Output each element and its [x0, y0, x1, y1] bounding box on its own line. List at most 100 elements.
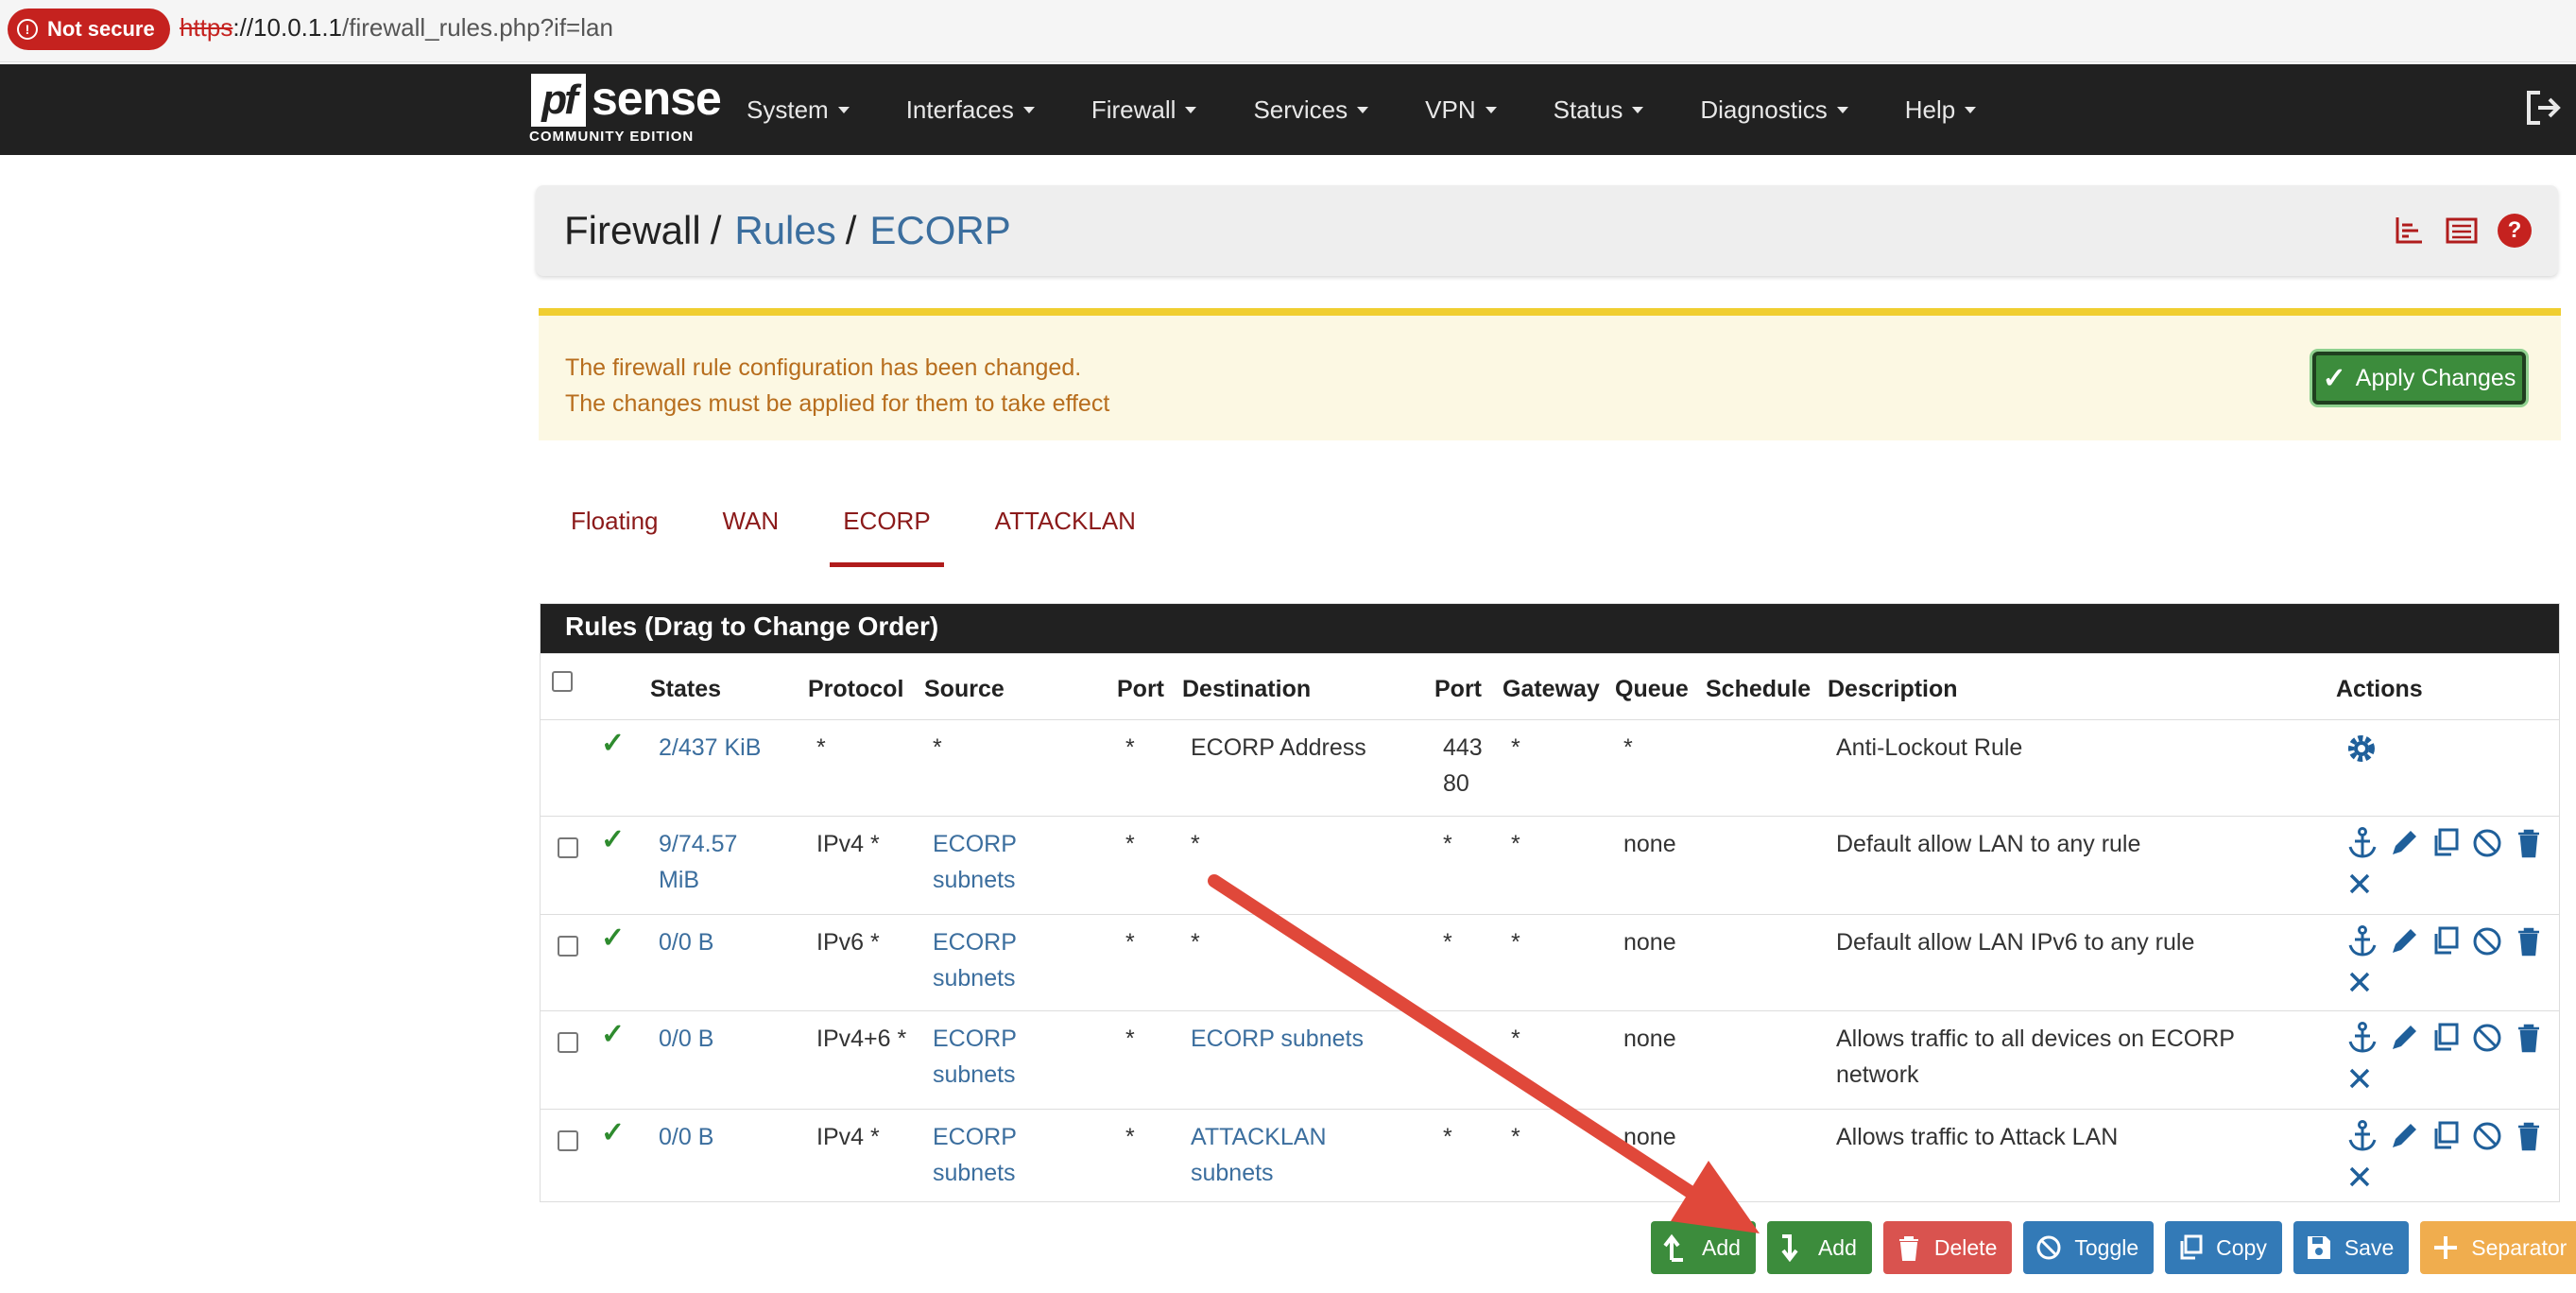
- menu-diagnostics[interactable]: Diagnostics: [1700, 95, 1848, 125]
- add-rule-top-button[interactable]: Add: [1651, 1221, 1756, 1274]
- col-source[interactable]: Source: [924, 671, 1005, 707]
- url-field[interactable]: https://10.0.1.1/firewall_rules.php?if=l…: [180, 13, 613, 43]
- anchor-icon[interactable]: [2345, 826, 2379, 860]
- menu-help[interactable]: Help: [1905, 95, 1977, 125]
- pass-check-icon: ✓: [601, 1019, 626, 1050]
- states-value[interactable]: 0/0 B: [659, 1021, 713, 1057]
- menu-interfaces[interactable]: Interfaces: [906, 95, 1035, 125]
- breadcrumb-panel: Firewall / Rules / ECORP ?: [536, 185, 2558, 276]
- copy-icon[interactable]: [2429, 826, 2463, 860]
- destination-value[interactable]: ATTACKLAN subnets: [1191, 1119, 1361, 1191]
- dest-port-value: *: [1443, 831, 1452, 857]
- states-value[interactable]: 2/437 KiB: [659, 730, 761, 766]
- breadcrumb-rules-link[interactable]: Rules: [734, 208, 835, 253]
- trash-icon[interactable]: [2512, 924, 2546, 958]
- copy-selected-button[interactable]: Copy: [2165, 1221, 2282, 1274]
- port-value: *: [1125, 1026, 1135, 1052]
- alert-line-1: The firewall rule configuration has been…: [565, 354, 1082, 381]
- row-checkbox[interactable]: [558, 837, 578, 858]
- edit-pencil-icon[interactable]: [2387, 826, 2421, 860]
- table-row[interactable]: ✓ 0/0 B IPv6 * ECORP subnets * * * * non…: [541, 914, 2559, 1010]
- row-checkbox[interactable]: [558, 936, 578, 957]
- tab-ecorp[interactable]: ECORP: [811, 491, 962, 567]
- table-row[interactable]: ✓ 9/74.57 MiB IPv4 * ECORP subnets * * *…: [541, 816, 2559, 914]
- copy-icon[interactable]: [2429, 1021, 2463, 1055]
- not-secure-badge[interactable]: ! Not secure: [8, 9, 170, 50]
- delete-x-icon[interactable]: [2345, 1064, 2374, 1093]
- edit-pencil-icon[interactable]: [2387, 1119, 2421, 1153]
- logout-icon[interactable]: [2523, 87, 2565, 129]
- col-dest-port[interactable]: Port: [1434, 671, 1482, 707]
- disable-ban-icon[interactable]: [2470, 924, 2504, 958]
- main-menu: System Interfaces Firewall Services VPN …: [747, 64, 2033, 155]
- table-row[interactable]: ✓ 2/437 KiB * * * ECORP Address 443 80 *…: [541, 719, 2559, 816]
- tab-floating[interactable]: Floating: [539, 491, 691, 567]
- alert-line-2: The changes must be applied for them to …: [565, 390, 1110, 417]
- delete-selected-button[interactable]: Delete: [1882, 1221, 2013, 1274]
- destination-value[interactable]: ECORP subnets: [1191, 1021, 1364, 1057]
- help-icon[interactable]: ?: [2498, 214, 2532, 248]
- tab-attacklan[interactable]: ATTACKLAN: [963, 491, 1168, 567]
- anchor-icon[interactable]: [2345, 924, 2379, 958]
- trash-icon[interactable]: [2512, 1119, 2546, 1153]
- edit-pencil-icon[interactable]: [2387, 924, 2421, 958]
- select-all-checkbox[interactable]: [552, 671, 573, 692]
- col-protocol[interactable]: Protocol: [808, 671, 903, 707]
- anchor-icon[interactable]: [2345, 1119, 2379, 1153]
- col-gateway[interactable]: Gateway: [1503, 671, 1600, 707]
- table-row[interactable]: ✓ 0/0 B IPv4 * ECORP subnets * ATTACKLAN…: [541, 1109, 2559, 1201]
- save-button[interactable]: Save: [2293, 1221, 2410, 1274]
- trash-icon[interactable]: [2512, 1021, 2546, 1055]
- delete-x-icon[interactable]: [2345, 1163, 2374, 1191]
- col-description[interactable]: Description: [1828, 671, 1958, 707]
- copy-icon[interactable]: [2429, 924, 2463, 958]
- source-value[interactable]: ECORP subnets: [933, 924, 1037, 996]
- status-graph-icon[interactable]: [2392, 214, 2426, 248]
- col-queue[interactable]: Queue: [1615, 671, 1689, 707]
- delete-x-icon[interactable]: [2345, 968, 2374, 996]
- description-value: Allows traffic to all devices on ECORP n…: [1836, 1026, 2235, 1088]
- menu-status[interactable]: Status: [1554, 95, 1644, 125]
- add-rule-bottom-button[interactable]: Add: [1766, 1221, 1872, 1274]
- apply-changes-button[interactable]: ✓ Apply Changes: [2312, 352, 2526, 405]
- dest-port-value: *: [1443, 929, 1452, 956]
- menu-firewall[interactable]: Firewall: [1091, 95, 1197, 125]
- add-separator-button[interactable]: Separator: [2420, 1221, 2576, 1274]
- copy-icon[interactable]: [2429, 1119, 2463, 1153]
- anchor-icon[interactable]: [2345, 1021, 2379, 1055]
- states-value[interactable]: 0/0 B: [659, 924, 713, 960]
- destination-value: ECORP Address: [1191, 734, 1366, 761]
- col-destination[interactable]: Destination: [1182, 671, 1311, 707]
- disable-ban-icon[interactable]: [2470, 826, 2504, 860]
- menu-system[interactable]: System: [747, 95, 850, 125]
- menu-services[interactable]: Services: [1253, 95, 1369, 125]
- menu-vpn[interactable]: VPN: [1425, 95, 1497, 125]
- trash-icon[interactable]: [2512, 826, 2546, 860]
- disable-ban-icon[interactable]: [2470, 1021, 2504, 1055]
- states-value[interactable]: 9/74.57 MiB: [659, 826, 763, 898]
- toggle-selected-button[interactable]: Toggle: [2023, 1221, 2155, 1274]
- row-checkbox[interactable]: [558, 1032, 578, 1053]
- breadcrumb-current[interactable]: ECORP: [869, 208, 1010, 253]
- browser-address-bar: ! Not secure https://10.0.1.1/firewall_r…: [0, 0, 2576, 62]
- col-actions: Actions: [2336, 676, 2423, 702]
- log-list-icon[interactable]: [2445, 214, 2479, 248]
- source-value[interactable]: ECORP subnets: [933, 1021, 1037, 1093]
- tab-wan[interactable]: WAN: [691, 491, 812, 567]
- source-value[interactable]: ECORP subnets: [933, 826, 1037, 898]
- queue-value: none: [1623, 929, 1676, 956]
- source-value[interactable]: ECORP subnets: [933, 1119, 1037, 1191]
- port-value: *: [1125, 1124, 1135, 1150]
- pfsense-logo[interactable]: pf sense COMMUNITY EDITION: [529, 72, 722, 147]
- edit-pencil-icon[interactable]: [2387, 1021, 2421, 1055]
- row-checkbox[interactable]: [558, 1130, 578, 1151]
- table-row[interactable]: ✓ 0/0 B IPv4+6 * ECORP subnets * ECORP s…: [541, 1010, 2559, 1109]
- col-port[interactable]: Port: [1117, 671, 1164, 707]
- col-schedule[interactable]: Schedule: [1706, 671, 1811, 707]
- gear-icon[interactable]: [2344, 732, 2379, 766]
- states-value[interactable]: 0/0 B: [659, 1119, 713, 1155]
- col-states[interactable]: States: [650, 671, 721, 707]
- disable-ban-icon[interactable]: [2470, 1119, 2504, 1153]
- delete-x-icon[interactable]: [2345, 870, 2374, 898]
- destination-value: *: [1191, 831, 1200, 857]
